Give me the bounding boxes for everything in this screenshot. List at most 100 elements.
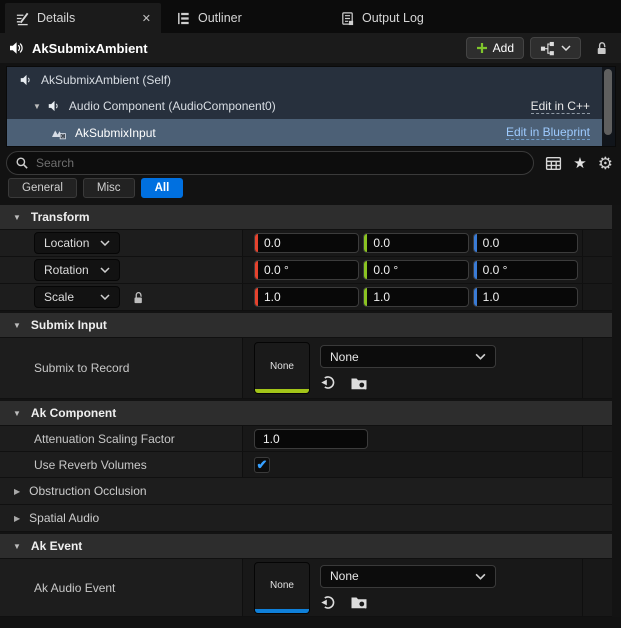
property-value-cell: 1.0	[243, 426, 583, 451]
browse-asset-icon[interactable]	[350, 594, 368, 610]
filter-general-button[interactable]: General	[8, 178, 77, 198]
field-value: 0.0 °	[477, 263, 508, 277]
check-icon: ✔	[257, 458, 268, 471]
expand-triangle-icon[interactable]: ▶	[14, 487, 20, 496]
section-header-ak-component[interactable]: ▼ Ak Component	[0, 401, 612, 426]
scale-z-field[interactable]: 1.0	[473, 287, 578, 307]
section-header-transform[interactable]: ▼ Transform	[0, 205, 612, 230]
section-title: Ak Event	[31, 539, 82, 553]
close-icon[interactable]: ✕	[142, 12, 151, 25]
rotation-z-field[interactable]: 0.0 °	[473, 260, 578, 280]
tree-scrollbar[interactable]	[602, 67, 615, 146]
ak-event-asset-thumbnail[interactable]: None	[254, 562, 310, 614]
tab-details[interactable]: Details ✕	[5, 3, 161, 33]
reset-cell	[583, 230, 612, 256]
add-button[interactable]: Add	[466, 37, 524, 59]
chevron-down-icon	[100, 294, 110, 300]
expander-chevron-icon[interactable]: ▼	[33, 102, 41, 111]
tab-label: Output Log	[362, 11, 424, 25]
display-settings-icon[interactable]	[545, 156, 562, 171]
use-reverb-volumes-checkbox[interactable]: ✔	[254, 457, 270, 473]
unlock-icon[interactable]	[594, 40, 609, 56]
property-label: Attenuation Scaling Factor	[34, 432, 175, 446]
field-value: 1.0	[263, 432, 280, 446]
asset-type-color-strip	[255, 609, 309, 613]
tree-row-label: Audio Component (AudioComponent0)	[69, 99, 276, 113]
search-box[interactable]	[6, 151, 534, 175]
section-title: Submix Input	[31, 318, 107, 332]
tree-row-audio-component[interactable]: ▼ Audio Component (AudioComponent0) Edit…	[7, 93, 602, 119]
tree-row-self[interactable]: AkSubmixAmbient (Self)	[7, 67, 602, 93]
field-value: 0.0 °	[258, 263, 289, 277]
collapse-triangle-icon[interactable]: ▼	[13, 213, 21, 222]
property-sections: ▼ Transform Location 0.0 0.0 0.0	[0, 205, 621, 617]
favorites-star-icon[interactable]: ★	[573, 156, 586, 171]
ak-event-asset-dropdown[interactable]: None	[320, 565, 496, 588]
tab-output-log[interactable]: Output Log	[330, 3, 494, 33]
section-header-submix-input[interactable]: ▼ Submix Input	[0, 313, 612, 338]
asset-type-color-strip	[255, 389, 309, 393]
property-value-cell: 0.0 ° 0.0 ° 0.0 °	[243, 257, 583, 283]
output-log-icon	[340, 11, 355, 26]
location-mode-dropdown[interactable]: Location	[34, 232, 120, 254]
add-button-label: Add	[493, 41, 514, 55]
section-title: Transform	[31, 210, 90, 224]
edit-in-cpp-link[interactable]: Edit in C++	[531, 99, 590, 114]
property-name-cell: Scale	[0, 284, 243, 310]
rotation-mode-dropdown[interactable]: Rotation	[34, 259, 120, 281]
tab-bar: Details ✕ Outliner Output Log	[0, 0, 621, 33]
category-spatial-audio[interactable]: ▶ Spatial Audio	[0, 505, 612, 532]
property-name-cell: Submix to Record	[0, 338, 243, 398]
rotation-y-field[interactable]: 0.0 °	[363, 260, 468, 280]
expand-triangle-icon[interactable]: ▶	[14, 514, 20, 523]
property-row-use-reverb: Use Reverb Volumes ✔	[0, 452, 612, 478]
filter-row: General Misc All	[0, 177, 621, 203]
filter-label: All	[155, 182, 170, 194]
scale-x-field[interactable]: 1.0	[254, 287, 359, 307]
filter-misc-button[interactable]: Misc	[83, 178, 135, 198]
scrollbar-thumb[interactable]	[604, 69, 612, 135]
scale-y-field[interactable]: 1.0	[363, 287, 468, 307]
scale-mode-dropdown[interactable]: Scale	[34, 286, 120, 308]
collapse-triangle-icon[interactable]: ▼	[13, 321, 21, 330]
component-tree: AkSubmixAmbient (Self) ▼ Audio Component…	[6, 66, 616, 147]
component-hierarchy-button[interactable]	[530, 37, 581, 59]
collapse-triangle-icon[interactable]: ▼	[13, 542, 21, 551]
location-x-field[interactable]: 0.0	[254, 233, 359, 253]
submix-asset-thumbnail[interactable]: None	[254, 342, 310, 394]
property-value-cell: None None	[243, 559, 583, 616]
collapse-triangle-icon[interactable]: ▼	[13, 409, 21, 418]
dropdown-value: None	[330, 350, 359, 364]
dropdown-value: None	[330, 569, 359, 583]
details-header: AkSubmixAmbient Add	[0, 33, 621, 63]
location-y-field[interactable]: 0.0	[363, 233, 468, 253]
speaker-icon	[19, 73, 33, 87]
speaker-icon	[47, 99, 61, 113]
category-obstruction-occlusion[interactable]: ▶ Obstruction Occlusion	[0, 478, 612, 505]
search-input[interactable]	[36, 156, 523, 170]
scale-unlock-icon[interactable]	[131, 290, 145, 305]
submix-asset-dropdown[interactable]: None	[320, 345, 496, 368]
browse-asset-icon[interactable]	[350, 375, 368, 391]
use-selected-asset-icon[interactable]	[320, 594, 337, 611]
edit-in-blueprint-link[interactable]: Edit in Blueprint	[506, 125, 590, 140]
property-label: Use Reverb Volumes	[34, 458, 147, 472]
tree-row-aksubmixinput[interactable]: C AkSubmixInput Edit in Blueprint	[7, 119, 602, 146]
settings-gear-icon[interactable]: ⚙	[598, 155, 613, 172]
plus-icon	[476, 42, 488, 54]
field-value: 0.0	[258, 236, 281, 250]
property-value-cell: None None	[243, 338, 583, 398]
tab-outliner[interactable]: Outliner	[166, 3, 330, 33]
rotation-x-field[interactable]: 0.0 °	[254, 260, 359, 280]
field-value: 1.0	[367, 290, 390, 304]
attenuation-scaling-field[interactable]: 1.0	[254, 429, 368, 449]
chevron-down-icon	[100, 240, 110, 246]
filter-all-button[interactable]: All	[141, 178, 184, 198]
property-row-rotation: Rotation 0.0 ° 0.0 ° 0.0 °	[0, 257, 612, 284]
chevron-down-icon	[475, 573, 486, 580]
tree-row-label: AkSubmixInput	[75, 126, 156, 140]
reset-cell	[583, 338, 612, 398]
location-z-field[interactable]: 0.0	[473, 233, 578, 253]
section-header-ak-event[interactable]: ▼ Ak Event	[0, 534, 612, 559]
use-selected-asset-icon[interactable]	[320, 374, 337, 391]
